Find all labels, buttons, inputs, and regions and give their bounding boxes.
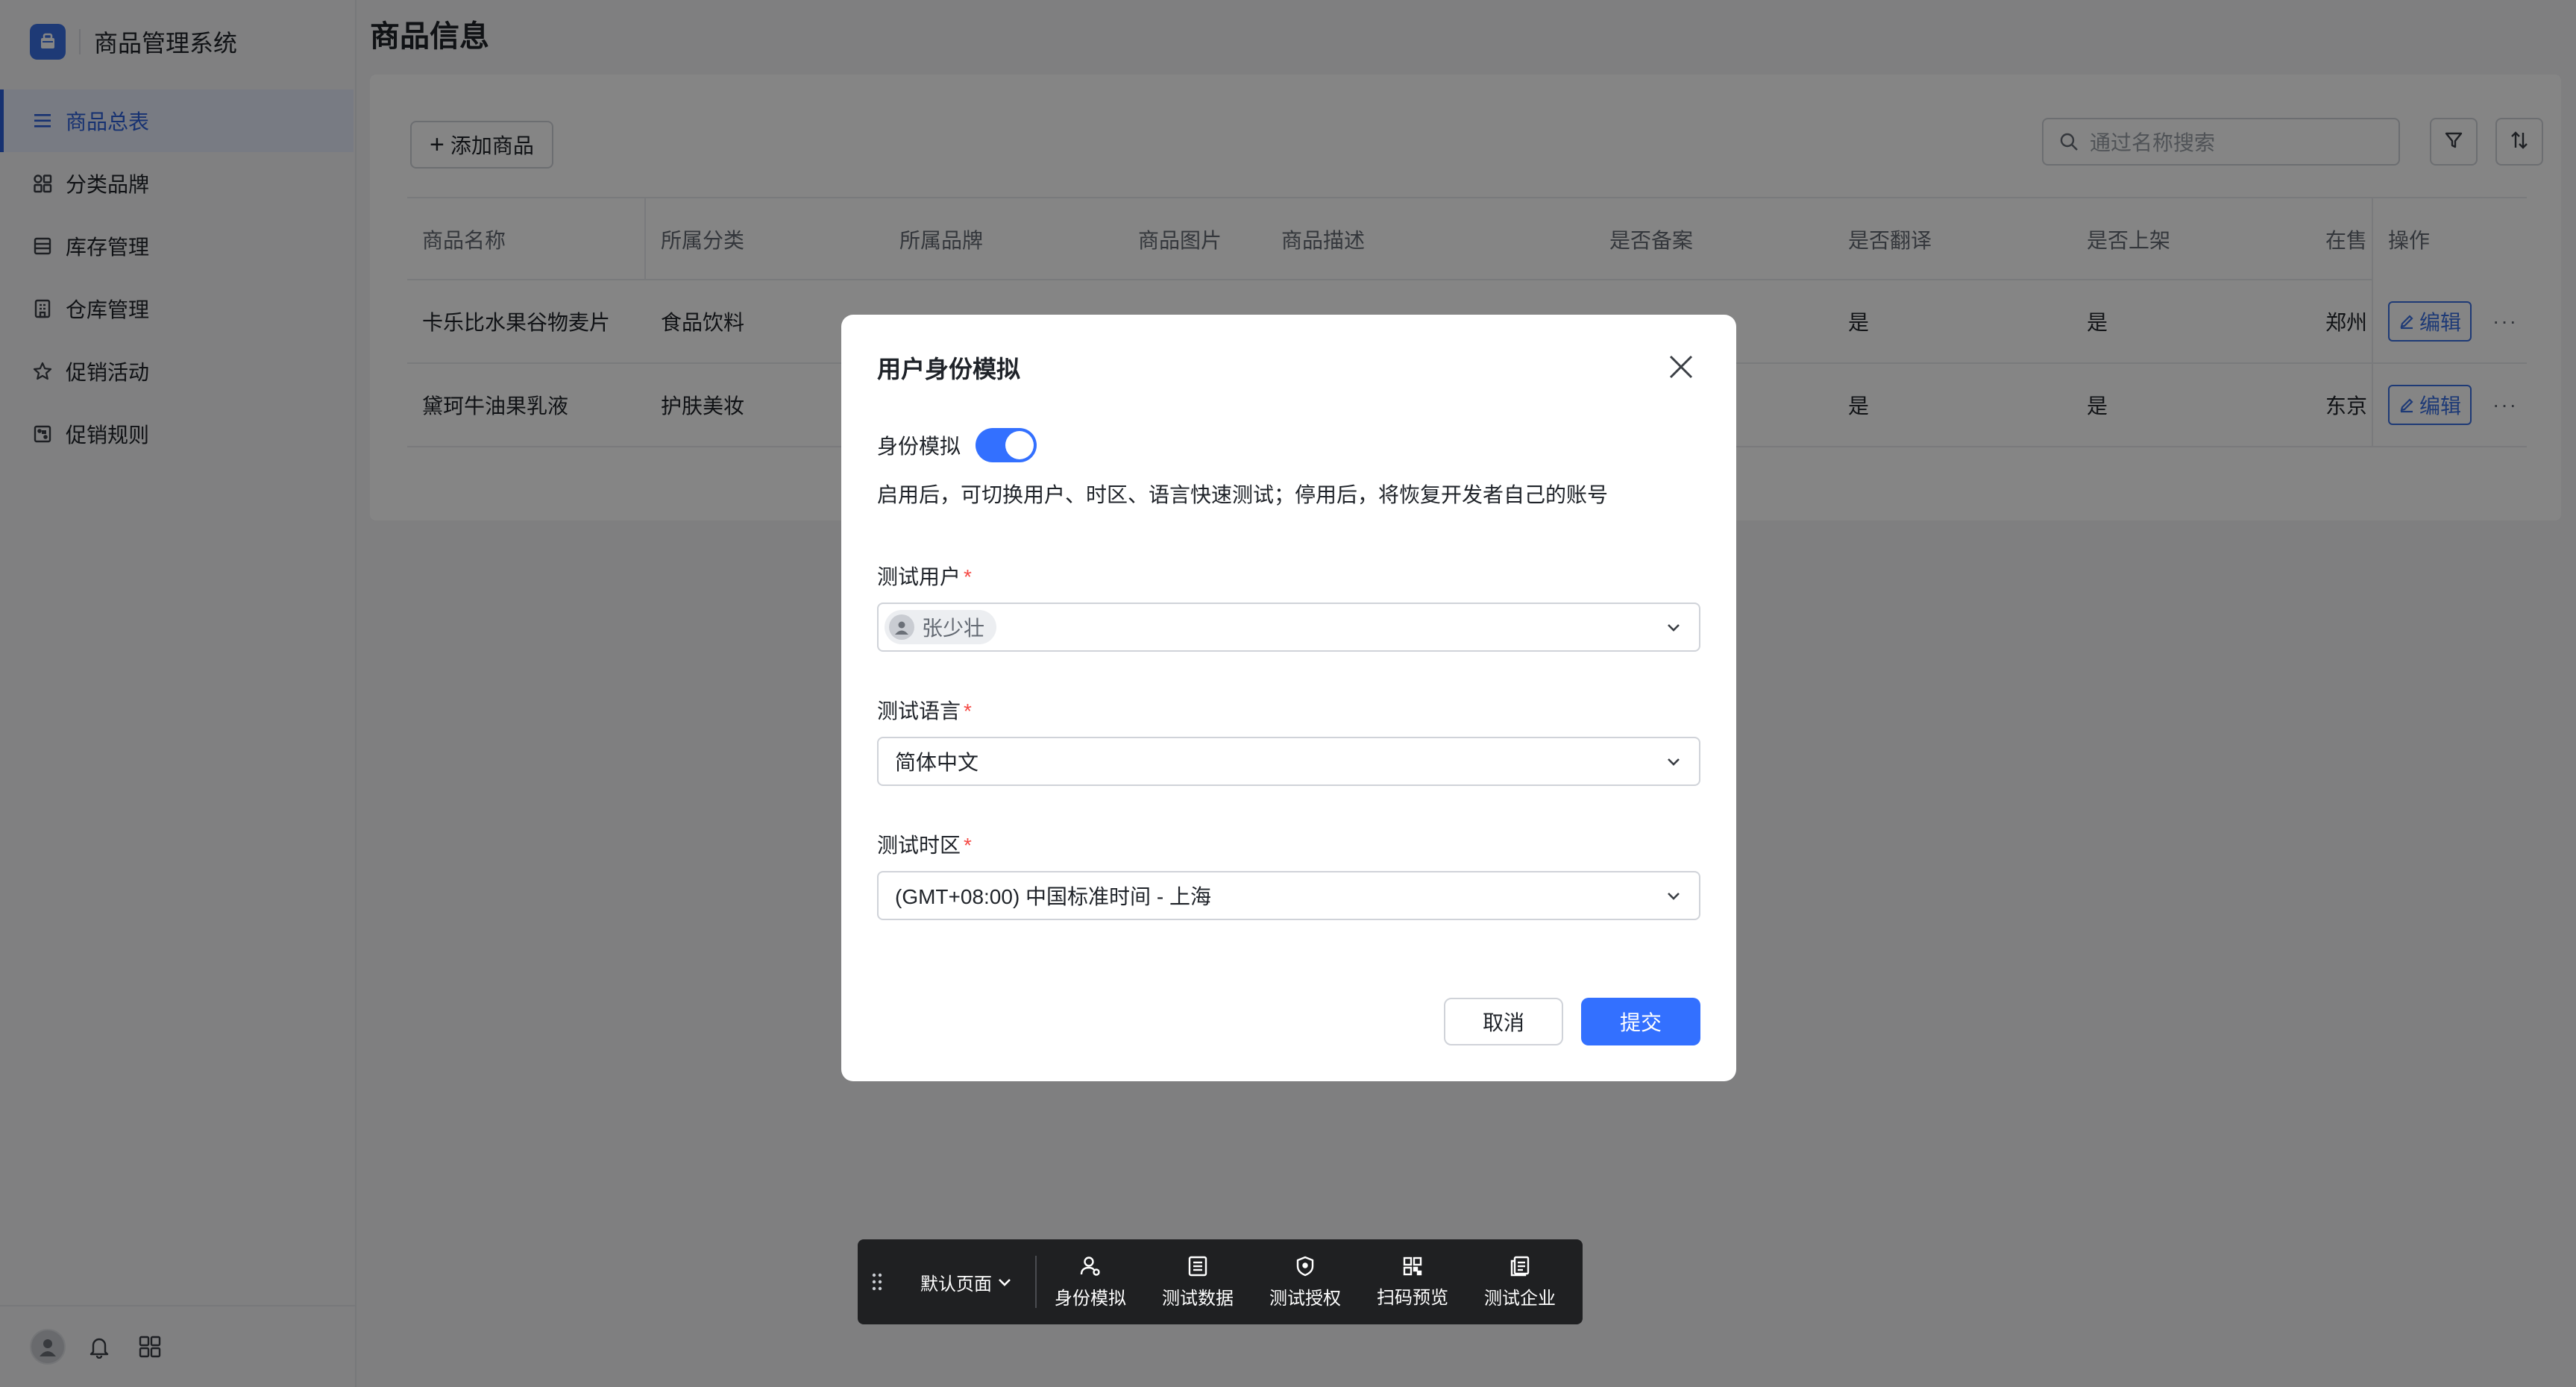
user-avatar-icon [889, 614, 914, 640]
test-language-value: 简体中文 [895, 751, 979, 774]
data-icon [1188, 1256, 1207, 1276]
tool-label: 身份模拟 [1055, 1288, 1126, 1309]
test-timezone-select[interactable]: (GMT+08:00) 中国标准时间 - 上海 [877, 871, 1700, 920]
test-user-label: 测试用户 * [877, 561, 972, 591]
tool-label: 测试数据 [1162, 1288, 1234, 1309]
toggle-knob [1005, 431, 1034, 459]
app-root: 商品管理系统 商品总表 分类品牌 库存管理 仓库管理 促销活动 促销规则 商品信… [0, 0, 2576, 1387]
test-timezone-label: 测试时区 * [877, 829, 972, 859]
cancel-button[interactable]: 取消 [1444, 998, 1563, 1045]
close-button[interactable] [1665, 350, 1697, 383]
identity-simulation-dialog: 用户身份模拟 身份模拟 启用后，可切换用户、时区、语言快速测试；停用后，将恢复开… [841, 315, 1736, 1081]
qrcode-icon [1403, 1257, 1422, 1275]
required-mark: * [964, 834, 972, 857]
selected-user-name: 张少壮 [922, 617, 985, 640]
identity-toggle-label: 身份模拟 [877, 435, 961, 458]
tool-label: 测试企业 [1484, 1288, 1556, 1309]
identity-toggle[interactable] [976, 428, 1037, 462]
selected-user-chip[interactable]: 张少壮 [885, 610, 997, 644]
identity-hint: 启用后，可切换用户、时区、语言快速测试；停用后，将恢复开发者自己的账号 [877, 483, 1609, 506]
page-select[interactable]: 默认页面 [896, 1256, 1037, 1308]
test-language-select[interactable]: 简体中文 [877, 737, 1700, 786]
shield-icon [1296, 1256, 1314, 1276]
chevron-down-icon [1665, 617, 1683, 641]
identity-toggle-row: 身份模拟 [877, 428, 1037, 462]
test-timezone-value: (GMT+08:00) 中国标准时间 - 上海 [895, 885, 1211, 908]
drag-handle-icon[interactable] [858, 1271, 896, 1292]
dialog-title: 用户身份模拟 [877, 356, 1021, 383]
required-mark: * [964, 699, 972, 723]
company-icon [1510, 1256, 1530, 1276]
tool-label: 扫码预览 [1377, 1287, 1448, 1308]
close-icon [1669, 355, 1693, 379]
tool-test-company[interactable]: 测试企业 [1466, 1255, 1574, 1309]
test-user-select[interactable]: 张少壮 [877, 603, 1700, 652]
test-language-label: 测试语言 * [877, 695, 972, 725]
chevron-down-icon [999, 1279, 1011, 1286]
test-timezone-label-text: 测试时区 [877, 834, 961, 857]
tool-test-data[interactable]: 测试数据 [1144, 1255, 1251, 1309]
dev-toolbar: 默认页面 身份模拟 测试数据 测试授权 扫码预览 测试企业 [858, 1239, 1583, 1324]
tool-label: 测试授权 [1269, 1288, 1341, 1309]
required-mark: * [964, 565, 972, 588]
tool-test-authorization[interactable]: 测试授权 [1251, 1255, 1359, 1309]
user-icon [1080, 1256, 1100, 1276]
submit-button[interactable]: 提交 [1581, 998, 1700, 1045]
page-select-value: 默认页面 [920, 1274, 992, 1295]
tool-qr-preview[interactable]: 扫码预览 [1359, 1256, 1466, 1309]
chevron-down-icon [1665, 886, 1683, 910]
test-user-label-text: 测试用户 [877, 565, 961, 588]
test-language-label-text: 测试语言 [877, 699, 961, 723]
tool-identity-simulation[interactable]: 身份模拟 [1037, 1255, 1144, 1309]
chevron-down-icon [1665, 752, 1683, 776]
